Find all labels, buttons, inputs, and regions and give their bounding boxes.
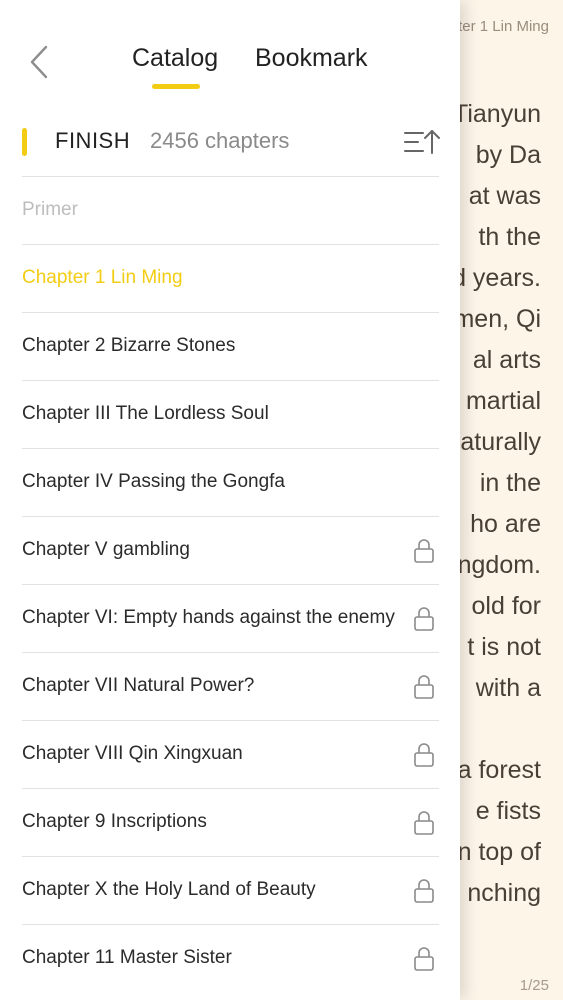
chapter-item[interactable]: Chapter IV Passing the Gongfa xyxy=(22,448,439,516)
lock-icon xyxy=(414,607,434,631)
chapter-item[interactable]: Chapter 1 Lin Ming xyxy=(22,244,439,312)
reader-text-line: in the xyxy=(479,469,541,497)
lock-icon xyxy=(414,743,434,767)
chapter-count: 2456 chapters xyxy=(150,128,290,153)
chapter-list: Primer Chapter 1 Lin Ming Chapter 2 Bizarr… xyxy=(22,176,439,992)
lock-icon xyxy=(414,811,434,835)
reader-text-line: nching xyxy=(467,879,541,907)
status-label: FINISH xyxy=(55,128,131,153)
status-accent-bar xyxy=(22,128,27,156)
back-button[interactable] xyxy=(26,42,60,82)
lock-icon xyxy=(414,879,434,903)
reader-text-line: th the xyxy=(478,223,541,251)
chapter-item[interactable]: Chapter 9 Inscriptions xyxy=(22,788,439,856)
chapter-title: Chapter 9 Inscriptions xyxy=(22,811,207,832)
chapter-title: Chapter V gambling xyxy=(22,539,190,560)
reader-text-line: t is not xyxy=(467,633,541,661)
chapter-item[interactable]: Chapter 11 Master Sister xyxy=(22,924,439,992)
chapter-title: Chapter VII Natural Power? xyxy=(22,675,255,696)
chapter-title: Chapter 1 Lin Ming xyxy=(22,267,183,288)
chapter-item[interactable]: Chapter III The Lordless Soul xyxy=(22,380,439,448)
reader-text-line: a forest xyxy=(457,756,541,784)
reader-text-line: ho are xyxy=(470,510,541,538)
reader-text-line: at was xyxy=(468,182,541,210)
lock-icon xyxy=(414,539,434,563)
tab-bookmark[interactable]: Bookmark xyxy=(255,44,368,73)
reader-text-line: martial xyxy=(465,387,541,415)
chapter-item[interactable]: Chapter X the Holy Land of Beauty xyxy=(22,856,439,924)
chapter-item[interactable]: Chapter V gambling xyxy=(22,516,439,584)
book-status-row: FINISH 2456 chapters xyxy=(0,118,460,166)
reader-text-line: aturally xyxy=(460,428,541,456)
reader-text-line: Tianyun xyxy=(452,100,541,128)
active-tab-indicator xyxy=(152,84,200,89)
reader-text-line: d years. xyxy=(452,264,541,292)
chapter-item-primer[interactable]: Primer xyxy=(22,176,439,244)
chapter-item[interactable]: Chapter VII Natural Power? xyxy=(22,652,439,720)
reader-text-line: e fists xyxy=(475,797,541,825)
reader-text-line: ngdom. xyxy=(457,551,541,579)
reader-text-line: men, Qi xyxy=(453,305,541,333)
chapter-title: Chapter VI: Empty hands against the enem… xyxy=(22,607,395,628)
reader-page-indicator: 1/25 xyxy=(519,977,549,994)
chapter-title: Chapter VIII Qin Xingxuan xyxy=(22,743,243,764)
chapter-item[interactable]: Chapter VI: Empty hands against the enem… xyxy=(22,584,439,652)
tab-catalog[interactable]: Catalog xyxy=(132,44,218,73)
chevron-left-icon xyxy=(30,45,48,79)
chapter-title: Chapter 2 Bizarre Stones xyxy=(22,335,236,356)
catalog-drawer: Catalog Bookmark FINISH 2456 chapters Pr… xyxy=(0,0,460,1000)
sort-ascending-icon xyxy=(404,130,440,154)
reader-text-line: al arts xyxy=(472,346,541,374)
chapter-title: Chapter III The Lordless Soul xyxy=(22,403,269,424)
chapter-title: Chapter IV Passing the Gongfa xyxy=(22,471,285,492)
chapter-item[interactable]: Chapter VIII Qin Xingxuan xyxy=(22,720,439,788)
reader-text-line: with a xyxy=(475,674,541,702)
chapter-title: Chapter X the Holy Land of Beauty xyxy=(22,879,316,900)
reader-text-line: old for xyxy=(471,592,541,620)
chapter-title: Chapter 11 Master Sister xyxy=(22,947,232,968)
chapter-item[interactable]: Chapter 2 Bizarre Stones xyxy=(22,312,439,380)
lock-icon xyxy=(414,947,434,971)
sort-button[interactable] xyxy=(402,126,442,158)
reader-chapter-header: pter 1 Lin Ming xyxy=(449,18,549,35)
reader-text-line: n top of xyxy=(457,838,541,866)
lock-icon xyxy=(414,675,434,699)
reader-text-line: by Da xyxy=(475,141,541,169)
chapter-title: Primer xyxy=(22,199,78,220)
